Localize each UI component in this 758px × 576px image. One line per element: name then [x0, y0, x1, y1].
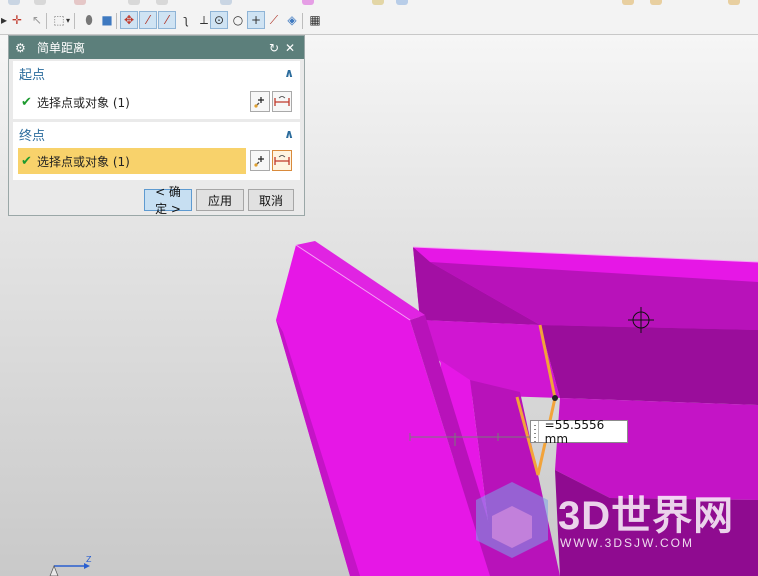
collapse-chevron-icon[interactable]: ∧: [284, 66, 294, 80]
toolbar-icon[interactable]: [650, 0, 662, 5]
toolbar-separator: [302, 13, 303, 29]
curve-line-icon[interactable]: ⁄: [139, 11, 157, 29]
toolbar-icon[interactable]: [128, 0, 140, 5]
point-dialog-button[interactable]: [250, 150, 270, 171]
measure-point: [552, 395, 558, 401]
distance-readout[interactable]: =55.5556 mm: [530, 417, 628, 446]
dialog-title: 简单距离: [37, 41, 86, 55]
axis-label: Z: [86, 555, 92, 564]
tangent-line-icon[interactable]: ⁄: [158, 11, 176, 29]
start-point-title: 起点: [19, 67, 46, 83]
start-select-label: 选择点或对象 (1): [37, 95, 130, 110]
point-on-curve-icon[interactable]: ⟋: [265, 11, 283, 29]
gear-icon[interactable]: ⚙: [15, 41, 29, 55]
simple-distance-dialog: ⚙ 简单距离 ↻ ✕ 起点 ∧ ✔ 选择点或对象 (1) 终点 ∧ ✔ 选择点或…: [8, 35, 305, 216]
chevron-down-icon[interactable]: ▾: [64, 11, 72, 29]
toolbar-icon[interactable]: [372, 0, 384, 5]
end-point-title: 终点: [19, 128, 46, 144]
endpoint-icon[interactable]: +: [247, 11, 265, 29]
arc-endpoint-icon[interactable]: ʅ: [177, 11, 195, 29]
toolbar-icon[interactable]: [302, 0, 314, 5]
toolbar-icon[interactable]: [396, 0, 408, 5]
apply-button[interactable]: 应用: [196, 189, 244, 211]
check-icon: ✔: [21, 153, 32, 169]
grid-icon[interactable]: ▦: [306, 11, 324, 29]
start-point-group: 起点 ∧ ✔ 选择点或对象 (1): [13, 61, 300, 119]
center-point-icon[interactable]: ⊙: [210, 11, 228, 29]
pointer-icon[interactable]: ↖: [28, 11, 46, 29]
top-toolbar-row: [0, 0, 758, 7]
watermark-url: WWW.3DSJW.COM: [560, 536, 694, 550]
collapse-chevron-icon[interactable]: ∧: [284, 127, 294, 141]
snap-to-point-icon[interactable]: ✥: [120, 11, 138, 29]
end-select-label: 选择点或对象 (1): [37, 154, 130, 169]
toolbar-icon[interactable]: [728, 0, 740, 5]
close-icon[interactable]: ✕: [282, 41, 298, 55]
quadrant-point-icon[interactable]: ○: [229, 11, 247, 29]
toolbar-icon[interactable]: [156, 0, 168, 5]
dialog-title-bar[interactable]: ⚙ 简单距离 ↻ ✕: [9, 36, 304, 59]
toolbar-icon[interactable]: [34, 0, 46, 5]
point-on-face-icon[interactable]: ◈: [283, 11, 301, 29]
reset-icon[interactable]: ↻: [266, 41, 282, 55]
point-dialog-button[interactable]: [250, 91, 270, 112]
toolbar-separator: [74, 13, 75, 29]
toolbar-separator: [116, 13, 117, 29]
toolbar-icon[interactable]: [220, 0, 232, 5]
ok-button[interactable]: < 确定 >: [144, 185, 192, 216]
end-point-group: 终点 ∧ ✔ 选择点或对象 (1): [13, 122, 300, 180]
watermark: 3D世界网 WWW.3DSJW.COM: [472, 478, 748, 558]
shaded-view-icon[interactable]: ⬮: [80, 11, 98, 29]
cancel-button[interactable]: 取消: [248, 189, 294, 211]
inferred-point-button[interactable]: [272, 150, 292, 171]
selection-toolbar: ▸ ✛ ↖ ⬚ ▾ ⬮ ■ ✥ ⁄ ⁄ ʅ ⟂ ⊙ ○ + ⟋ ◈ ▦: [0, 7, 758, 35]
distance-value: =55.5556 mm: [544, 417, 605, 446]
inferred-point-button[interactable]: [272, 91, 292, 112]
end-select-row[interactable]: ✔ 选择点或对象 (1): [18, 148, 295, 174]
drag-handle[interactable]: [531, 421, 539, 442]
axis-triad: Z: [49, 555, 92, 576]
toolbar-icon[interactable]: [74, 0, 86, 5]
toolbar-separator: [46, 13, 47, 29]
solid-cube-icon[interactable]: ■: [98, 11, 116, 29]
model-face: [540, 325, 758, 405]
watermark-brand: 3D世界网: [558, 494, 735, 538]
toolbar-icon[interactable]: [622, 0, 634, 5]
snap-point-icon[interactable]: ✛: [8, 11, 26, 29]
toolbar-icon[interactable]: [8, 0, 20, 5]
start-select-row[interactable]: ✔ 选择点或对象 (1): [18, 89, 295, 115]
toolbar-overflow-icon[interactable]: ▸: [0, 11, 8, 29]
check-icon: ✔: [21, 94, 32, 110]
